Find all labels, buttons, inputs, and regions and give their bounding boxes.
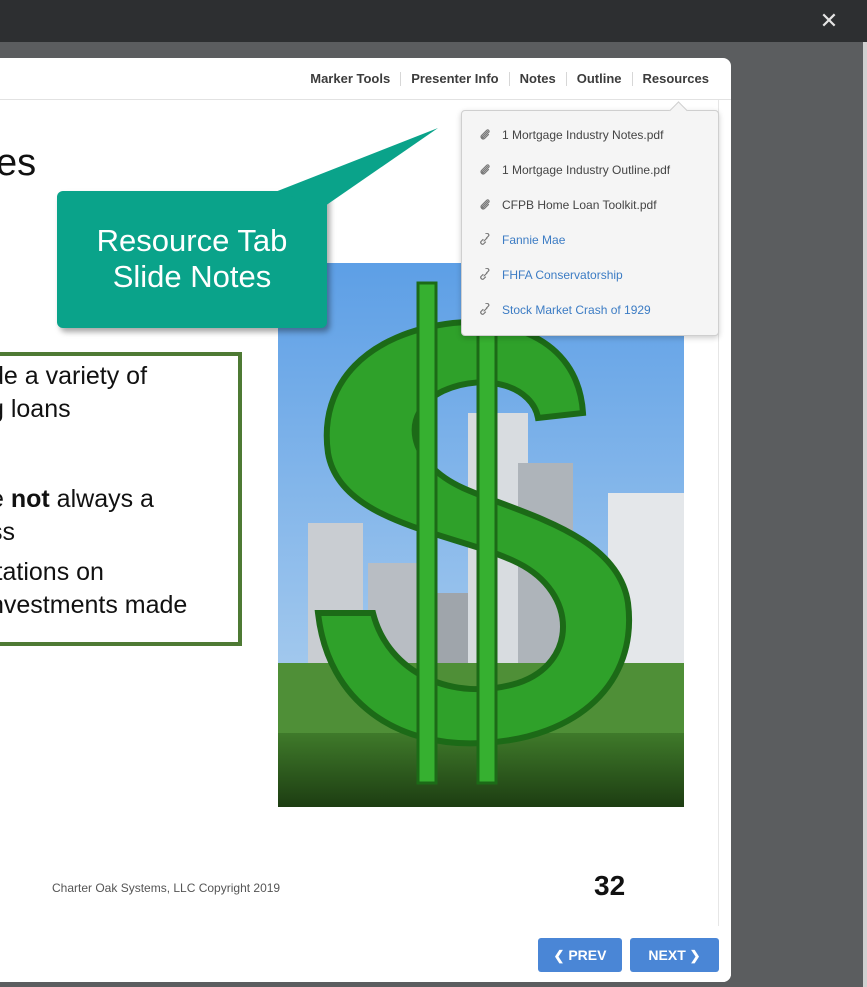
tab-marker-tools[interactable]: Marker Tools [310,71,390,86]
dollar-sign-image [278,263,684,807]
player-nav: Marker Tools Presenter Info Notes Outlin… [0,58,731,100]
tab-resources[interactable]: Resources [643,71,709,86]
bullet-text: e not always a [0,485,154,514]
next-button[interactable]: NEXT ❯ [630,938,719,972]
tab-notes[interactable]: Notes [520,71,556,86]
scrollbar[interactable] [863,42,867,987]
paperclip-icon [480,199,490,210]
resource-label: CFPB Home Loan Toolkit.pdf [502,198,657,212]
close-icon[interactable]: ✕ [815,7,843,35]
bullet-text: itations on [0,558,104,586]
callout-line: Slide Notes [112,259,272,294]
resource-label: Fannie Mae [502,233,566,247]
callout-box: Resource Tab Slide Notes [57,191,327,328]
bullet-text: ss [0,518,15,546]
resource-link[interactable]: Stock Market Crash of 1929 [478,300,651,320]
resource-item[interactable]: 1 Mortgage Industry Outline.pdf [478,160,670,180]
bullet-text-emphasis: not [10,485,50,513]
tab-divider [631,71,633,86]
top-bar: ✕ [0,0,867,42]
bullet-text: g loans [0,395,71,423]
callout-text: Resource Tab Slide Notes [57,223,327,295]
resource-link[interactable]: Fannie Mae [478,230,565,250]
bullet-text: de a variety of [0,362,148,390]
resource-item[interactable]: 1 Mortgage Industry Notes.pdf [478,125,663,145]
chevron-right-icon: ❯ [689,948,701,963]
link-icon [480,303,490,315]
slide-number: 32 [594,870,626,901]
paperclip-icon [480,164,490,175]
resource-item[interactable]: CFPB Home Loan Toolkit.pdf [478,195,657,215]
nav-tabs: Marker Tools Presenter Info Notes Outlin… [310,71,709,86]
tab-presenter-info[interactable]: Presenter Info [411,71,498,86]
prev-label: PREV [568,947,607,963]
resource-label: 1 Mortgage Industry Notes.pdf [502,128,664,142]
bullet-box: de a variety of g loans e not always a s… [0,352,242,646]
tab-outline[interactable]: Outline [577,71,622,86]
dollar-photo-art [278,263,684,807]
chevron-left-icon: ❮ [553,948,565,963]
next-label: NEXT [648,947,686,963]
paperclip-icon [480,129,490,140]
resource-label: FHFA Conservatorship [502,268,623,282]
slide-title: es [0,142,37,184]
copyright-footer: Charter Oak Systems, LLC Copyright 2019 [52,881,281,895]
callout-line: Resource Tab [96,223,288,258]
bullet-text: nvestments made [0,591,188,619]
bullet-text-part: always a [49,485,154,513]
link-icon [480,268,490,280]
player-controls: ❮ PREV NEXT ❯ [0,926,731,982]
prev-button[interactable]: ❮ PREV [538,938,622,972]
tab-divider [508,71,510,86]
resources-dropdown: 1 Mortgage Industry Notes.pdf 1 Mortgage… [461,101,719,336]
link-icon [480,233,490,245]
resource-label: 1 Mortgage Industry Outline.pdf [502,163,671,177]
resource-label: Stock Market Crash of 1929 [502,303,651,317]
bullet-text-part: e [0,485,11,513]
tab-divider [565,71,567,86]
tab-divider [400,71,402,86]
resource-link[interactable]: FHFA Conservatorship [478,265,623,285]
